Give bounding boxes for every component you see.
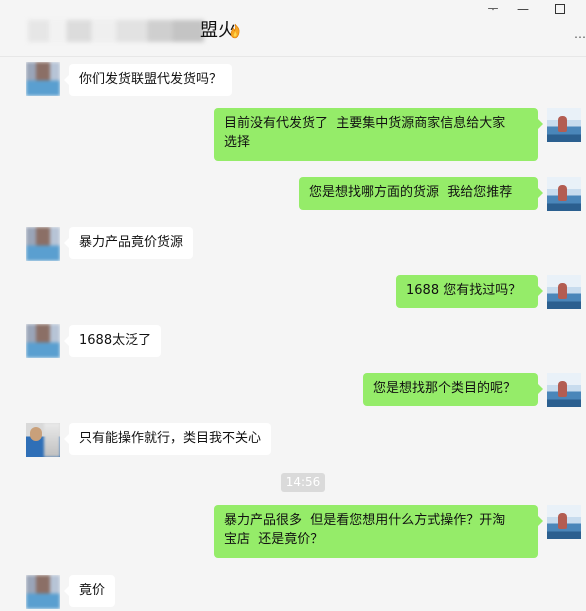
incoming-message: 只有能操作就行，类目我不关心 <box>63 423 272 455</box>
my-avatar[interactable] <box>547 373 581 407</box>
maximize-icon <box>555 4 565 14</box>
contact-avatar[interactable] <box>26 575 60 609</box>
outgoing-message: 目前没有代发货了 主要集中货源商家信息给大家 选择 <box>214 108 543 161</box>
fire-icon <box>230 23 240 39</box>
pin-button[interactable]: ᅮ <box>478 0 508 18</box>
incoming-message: 你们发货联盟代发货吗？ <box>63 64 233 96</box>
incoming-message: 竟价 <box>63 575 116 607</box>
contact-avatar[interactable] <box>26 227 60 261</box>
incoming-message: 1688太泛了 <box>63 325 162 357</box>
outgoing-message: 您是想找哪方面的货源 我给您推荐 <box>299 177 543 210</box>
my-avatar[interactable] <box>547 108 581 142</box>
contact-avatar[interactable] <box>26 423 60 457</box>
my-avatar[interactable] <box>547 177 581 211</box>
contact-avatar[interactable] <box>26 62 60 96</box>
message-timestamp: 14:56 <box>281 473 325 492</box>
my-avatar[interactable] <box>547 505 581 539</box>
outgoing-message: 1688 您有找过吗？ <box>396 275 543 308</box>
more-options-icon[interactable]: ⋯ <box>574 30 586 44</box>
blurred-contact-name <box>28 20 204 42</box>
minimize-button[interactable]: — <box>508 0 538 18</box>
message-list: 你们发货联盟代发货吗？ 目前没有代发货了 主要集中货源商家信息给大家 选择 您是… <box>0 57 586 611</box>
chat-title-bar: 盟火 ᅮ — ⋯ <box>0 0 586 57</box>
maximize-button[interactable] <box>545 0 575 18</box>
my-avatar[interactable] <box>547 275 581 309</box>
outgoing-message: 您是想找那个类目的呢？ <box>363 373 543 406</box>
contact-avatar[interactable] <box>26 324 60 358</box>
incoming-message: 暴力产品竟价货源 <box>63 227 194 259</box>
outgoing-message: 暴力产品很多 但是看您想用什么方式操作？开淘 宝店 还是竟价？ <box>214 505 543 558</box>
